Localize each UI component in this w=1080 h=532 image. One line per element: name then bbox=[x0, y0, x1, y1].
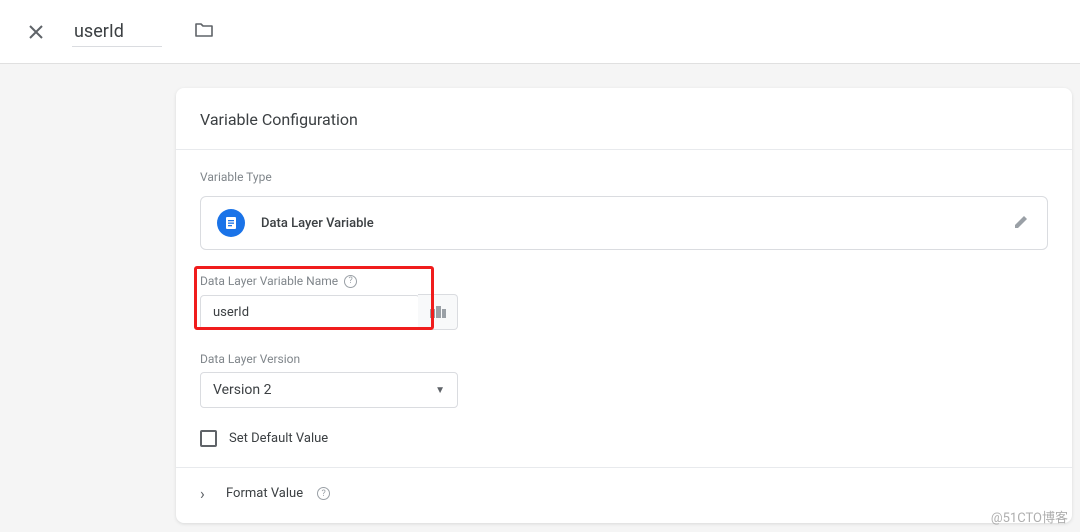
help-icon[interactable]: ? bbox=[344, 275, 357, 288]
format-value-expander[interactable]: › Format Value ? bbox=[200, 468, 1048, 515]
name-field-group: Data Layer Variable Name ? bbox=[200, 274, 1048, 330]
variable-type-name: Data Layer Variable bbox=[261, 216, 374, 231]
variable-configuration-card: Variable Configuration Variable Type Dat… bbox=[176, 88, 1072, 523]
data-layer-version-select[interactable]: Version 2 ▼ bbox=[200, 372, 458, 408]
variable-picker-icon[interactable] bbox=[418, 294, 458, 330]
editor-header bbox=[0, 0, 1080, 64]
card-title: Variable Configuration bbox=[176, 88, 1072, 150]
variable-type-label: Variable Type bbox=[200, 170, 1048, 184]
help-icon[interactable]: ? bbox=[317, 487, 330, 500]
set-default-checkbox[interactable] bbox=[200, 430, 217, 447]
close-icon[interactable] bbox=[24, 20, 48, 44]
version-select-value: Version 2 bbox=[213, 382, 271, 398]
version-field-group: Data Layer Version Version 2 ▼ bbox=[200, 352, 1048, 408]
format-value-label: Format Value bbox=[226, 486, 303, 501]
variable-type-selector[interactable]: Data Layer Variable bbox=[200, 196, 1048, 250]
data-layer-variable-name-input[interactable] bbox=[200, 295, 420, 330]
name-field-label: Data Layer Variable Name bbox=[200, 274, 338, 288]
set-default-checkbox-row[interactable]: Set Default Value bbox=[200, 430, 1048, 447]
chevron-right-icon: › bbox=[200, 484, 212, 503]
variable-name-input[interactable] bbox=[72, 17, 162, 47]
edit-icon[interactable] bbox=[1013, 212, 1031, 234]
folder-icon[interactable] bbox=[194, 20, 214, 44]
set-default-label: Set Default Value bbox=[229, 431, 328, 446]
data-layer-icon bbox=[217, 209, 245, 237]
version-field-label: Data Layer Version bbox=[200, 352, 300, 366]
chevron-down-icon: ▼ bbox=[435, 385, 445, 396]
watermark: @51CTO博客 bbox=[991, 507, 1068, 526]
